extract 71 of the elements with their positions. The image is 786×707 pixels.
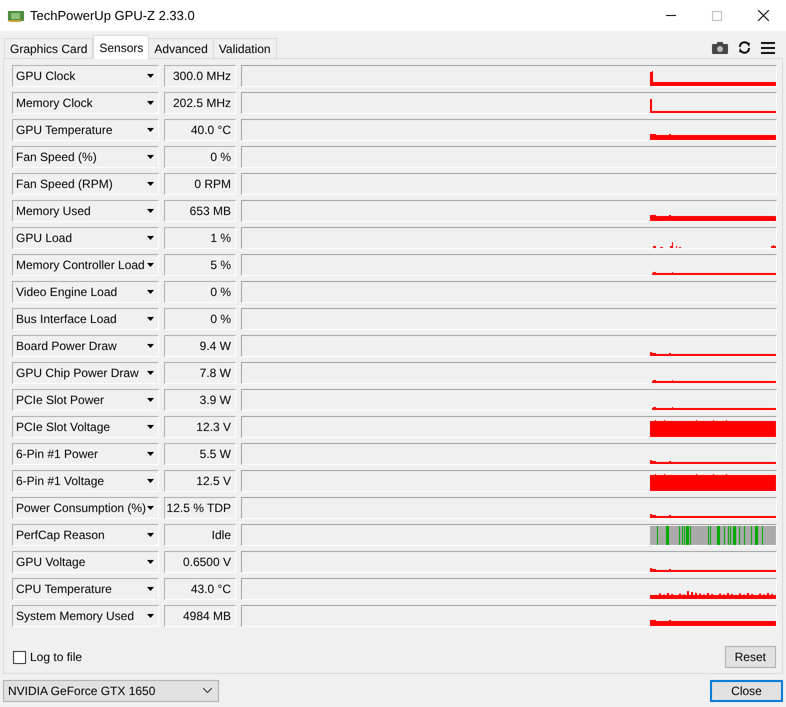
sensor-value: 7.8 W — [164, 362, 236, 384]
tab[interactable]: Sensors — [93, 35, 150, 59]
sensor-name: Power Consumption (%) — [16, 500, 146, 517]
sensor-select[interactable]: GPU Temperature — [12, 119, 159, 141]
sensor-name: GPU Voltage — [16, 554, 86, 571]
sensor-select[interactable]: GPU Voltage — [12, 551, 159, 573]
gpu-select[interactable]: NVIDIA GeForce GTX 1650 — [3, 680, 219, 702]
sensor-name: Video Engine Load — [16, 284, 118, 301]
sensor-select[interactable]: Bus Interface Load — [12, 308, 159, 330]
sensor-select[interactable]: GPU Load — [12, 227, 159, 249]
sensor-select[interactable]: Memory Controller Load — [12, 254, 159, 276]
sensor-value: 12.5 V — [164, 470, 236, 492]
sensor-select[interactable]: Fan Speed (RPM) — [12, 173, 159, 195]
sensor-select[interactable]: Memory Used — [12, 200, 159, 222]
sensor-name: GPU Temperature — [16, 122, 112, 139]
sensor-value: 0 RPM — [164, 173, 236, 195]
sensor-value: 4984 MB — [164, 605, 236, 627]
sensor-value: 202.5 MHz — [164, 92, 236, 114]
window-title: TechPowerUp GPU-Z 2.33.0 — [30, 6, 195, 25]
reset-button[interactable]: Reset — [724, 646, 776, 668]
sensor-value: 5 % — [164, 254, 236, 276]
sensor-name: 6-Pin #1 Power — [16, 446, 98, 463]
sensor-name: PCIe Slot Power — [16, 392, 104, 409]
sensor-name: Fan Speed (RPM) — [16, 176, 113, 193]
sensor-name: GPU Load — [16, 230, 72, 247]
sensor-value: 0 % — [164, 308, 236, 330]
sensor-value: 653 MB — [164, 200, 236, 222]
sensor-value: 43.0 °C — [164, 578, 236, 600]
sensor-value: 9.4 W — [164, 335, 236, 357]
sensor-value: 5.5 W — [164, 443, 236, 465]
sensor-value: 1 % — [164, 227, 236, 249]
tab[interactable]: Validation — [212, 38, 277, 58]
sensor-select[interactable]: CPU Temperature — [12, 578, 159, 600]
sensor-select[interactable]: Power Consumption (%) — [12, 497, 159, 519]
sensor-select[interactable]: PerfCap Reason — [12, 524, 159, 546]
sensor-value: 0.6500 V — [164, 551, 236, 573]
sensor-value: Idle — [164, 524, 236, 546]
sensor-select[interactable]: GPU Clock — [12, 65, 159, 87]
sensor-select[interactable]: Board Power Draw — [12, 335, 159, 357]
sensor-value: 12.5 % TDP — [164, 497, 236, 519]
sensor-name: 6-Pin #1 Voltage — [16, 473, 104, 490]
sensor-select[interactable]: GPU Chip Power Draw — [12, 362, 159, 384]
sensor-name: Memory Controller Load — [16, 257, 145, 274]
sensor-name: CPU Temperature — [16, 581, 112, 598]
sensor-name: Board Power Draw — [16, 338, 117, 355]
sensor-name: Memory Clock — [16, 95, 93, 112]
sensor-select[interactable]: Fan Speed (%) — [12, 146, 159, 168]
sensor-name: Bus Interface Load — [16, 311, 117, 328]
sensor-name: System Memory Used — [16, 608, 134, 625]
sensor-value: 0 % — [164, 281, 236, 303]
sensor-name: Fan Speed (%) — [16, 149, 97, 166]
sensor-value: 0 % — [164, 146, 236, 168]
sensor-value: 40.0 °C — [164, 119, 236, 141]
sensor-name: Memory Used — [16, 203, 91, 220]
sensor-name: GPU Clock — [16, 68, 76, 85]
checkbox-label: Log to file — [30, 649, 82, 666]
sensor-value: 3.9 W — [164, 389, 236, 411]
close-button[interactable]: Close — [710, 680, 783, 702]
sensor-value: 12.3 V — [164, 416, 236, 438]
sensor-name: PCIe Slot Voltage — [16, 419, 110, 436]
sensor-select[interactable]: PCIe Slot Voltage — [12, 416, 159, 438]
sensor-select[interactable]: Memory Clock — [12, 92, 159, 114]
sensor-value: 300.0 MHz — [164, 65, 236, 87]
sensor-select[interactable]: 6-Pin #1 Voltage — [12, 470, 159, 492]
sensor-select[interactable]: System Memory Used — [12, 605, 159, 627]
sensor-select[interactable]: PCIe Slot Power — [12, 389, 159, 411]
sensor-name: GPU Chip Power Draw — [16, 365, 139, 382]
sensor-select[interactable]: 6-Pin #1 Power — [12, 443, 159, 465]
sensor-select[interactable]: Video Engine Load — [12, 281, 159, 303]
tab[interactable]: Graphics Card — [4, 38, 94, 58]
sensor-name: PerfCap Reason — [16, 527, 105, 544]
